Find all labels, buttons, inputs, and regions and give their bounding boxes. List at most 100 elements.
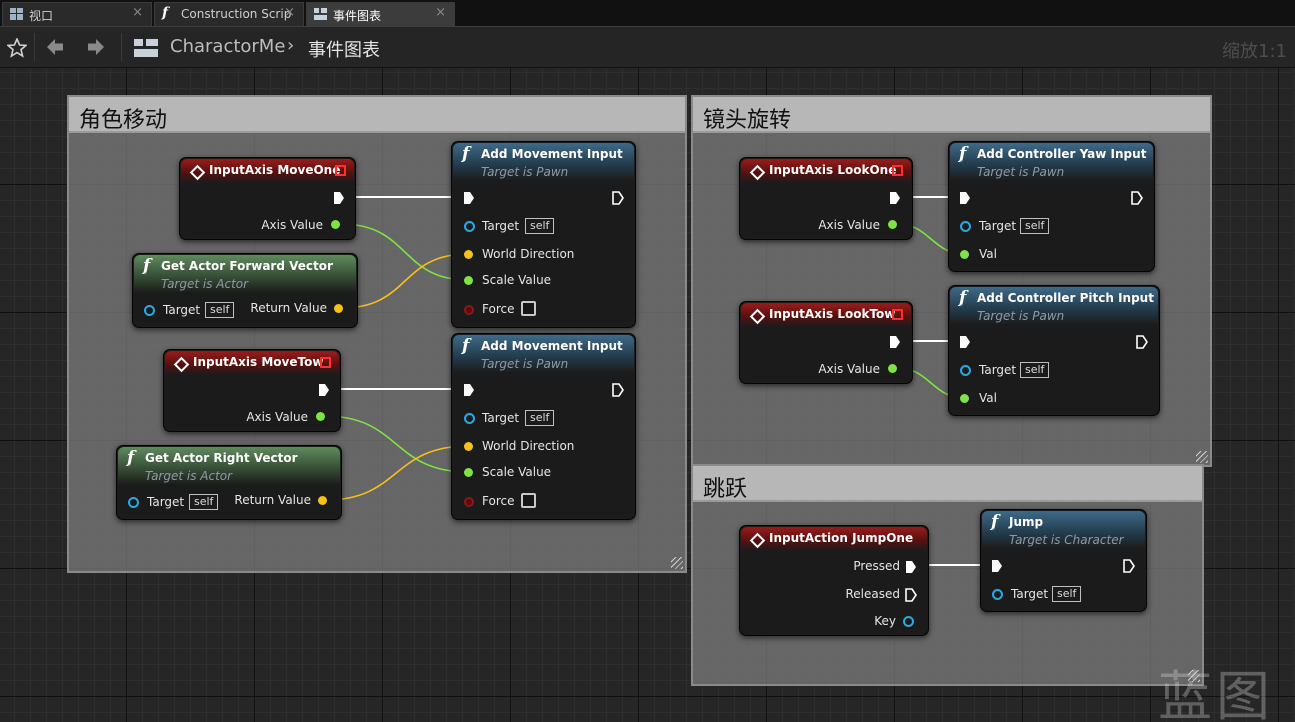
- exec-out-pin[interactable]: [1123, 559, 1135, 573]
- struct-out-pin[interactable]: [903, 616, 914, 627]
- pin-label: Axis Value: [818, 362, 880, 376]
- pin-label: Axis Value: [246, 410, 308, 424]
- self-value[interactable]: self: [525, 410, 555, 426]
- input-action-jumpone-node[interactable]: InputAction JumpOne Pressed Released Key: [739, 525, 929, 636]
- comment-title: 跳跃: [703, 477, 748, 502]
- exec-out-pin[interactable]: [905, 588, 917, 602]
- float-in-pin[interactable]: [960, 394, 969, 403]
- float-out-pin[interactable]: [888, 364, 897, 373]
- event-delegate-icon[interactable]: [320, 357, 331, 368]
- event-delegate-icon[interactable]: [335, 165, 346, 176]
- function-icon: f: [127, 448, 135, 468]
- exec-in-pin[interactable]: [959, 191, 971, 205]
- back-arrow-icon[interactable]: [45, 37, 65, 57]
- breadcrumb-separator: ›: [287, 35, 295, 56]
- add-controller-yaw-input-node[interactable]: f Add Controller Yaw Input Target is Paw…: [948, 141, 1155, 272]
- pin-label: Scale Value: [482, 273, 552, 287]
- tab-event-graph[interactable]: 事件图表 ×: [306, 2, 455, 26]
- exec-in-pin[interactable]: [991, 559, 1003, 573]
- get-actor-right-vector-node[interactable]: f Get Actor Right Vector Target is Actor…: [116, 445, 342, 520]
- input-axis-movetow-node[interactable]: InputAxis MoveTow Axis Value: [163, 349, 341, 432]
- exec-out-pin[interactable]: [905, 560, 917, 574]
- self-value[interactable]: self: [189, 494, 219, 510]
- pin-label: Axis Value: [261, 218, 323, 232]
- exec-out-pin[interactable]: [333, 191, 345, 205]
- self-value[interactable]: self: [1052, 586, 1082, 602]
- jump-node[interactable]: f Jump Target is Character Target self: [980, 509, 1147, 612]
- float-out-pin[interactable]: [888, 220, 897, 229]
- function-icon: f: [462, 336, 470, 356]
- exec-in-pin[interactable]: [959, 335, 971, 349]
- pin-label: Released: [845, 587, 900, 601]
- close-icon[interactable]: ×: [132, 5, 143, 20]
- exec-out-pin[interactable]: [889, 191, 901, 205]
- input-axis-lookone-node[interactable]: InputAxis LookOne Axis Value: [739, 157, 913, 240]
- graph-canvas[interactable]: 角色移动 镜头旋转 跳跃 InputAxis MoveOne Axis Valu…: [0, 68, 1295, 722]
- vector-out-pin[interactable]: [334, 304, 343, 313]
- tab-viewport-label: 视口: [29, 9, 54, 23]
- self-value[interactable]: self: [1020, 218, 1050, 234]
- bookmark-star-icon[interactable]: [7, 38, 27, 58]
- vector-in-pin[interactable]: [464, 442, 473, 451]
- float-in-pin[interactable]: [960, 250, 969, 259]
- node-title: InputAxis MoveTow: [193, 355, 324, 369]
- close-icon[interactable]: ×: [284, 5, 295, 20]
- object-in-pin[interactable]: [128, 497, 139, 508]
- float-in-pin[interactable]: [464, 468, 473, 477]
- float-out-pin[interactable]: [331, 220, 340, 229]
- get-actor-forward-vector-node[interactable]: f Get Actor Forward Vector Target is Act…: [132, 253, 358, 328]
- tab-construction-script[interactable]: f Construction Scrip ×: [154, 2, 304, 26]
- breadcrumb-blueprint[interactable]: CharactorMe: [170, 36, 285, 57]
- exec-out-pin[interactable]: [612, 191, 624, 205]
- node-title: InputAxis LookOne: [769, 163, 897, 177]
- node-subtitle: Target is Pawn: [977, 165, 1065, 179]
- object-in-pin[interactable]: [144, 305, 155, 316]
- self-value[interactable]: self: [525, 218, 555, 234]
- add-movement-input-node[interactable]: f Add Movement Input Target is Pawn Targ…: [451, 333, 636, 520]
- float-in-pin[interactable]: [464, 276, 473, 285]
- node-subtitle: Target is Actor: [145, 469, 233, 483]
- pin-label: Target: [979, 363, 1017, 377]
- comment-title: 角色移动: [79, 108, 168, 133]
- exec-out-pin[interactable]: [318, 383, 330, 397]
- add-movement-input-node[interactable]: f Add Movement Input Target is Pawn Targ…: [451, 141, 636, 328]
- event-delegate-icon[interactable]: [892, 165, 903, 176]
- exec-out-pin[interactable]: [1136, 335, 1148, 349]
- exec-in-pin[interactable]: [463, 191, 475, 205]
- node-title: InputAxis MoveOne: [209, 163, 341, 177]
- object-in-pin[interactable]: [960, 365, 971, 376]
- object-in-pin[interactable]: [992, 589, 1003, 600]
- exec-out-pin[interactable]: [612, 383, 624, 397]
- float-out-pin[interactable]: [316, 412, 325, 421]
- object-in-pin[interactable]: [464, 221, 475, 232]
- bool-in-pin[interactable]: [464, 497, 474, 507]
- forward-arrow-icon[interactable]: [86, 37, 106, 57]
- object-in-pin[interactable]: [464, 413, 475, 424]
- add-controller-pitch-input-node[interactable]: f Add Controller Pitch Input Target is P…: [948, 285, 1160, 416]
- resize-grip-icon[interactable]: [1196, 451, 1208, 463]
- node-subtitle: Target is Character: [1009, 533, 1124, 547]
- close-icon[interactable]: ×: [435, 5, 446, 20]
- self-value[interactable]: self: [205, 302, 235, 318]
- input-axis-moveone-node[interactable]: InputAxis MoveOne Axis Value: [179, 157, 356, 240]
- exec-in-pin[interactable]: [463, 383, 475, 397]
- bool-in-pin[interactable]: [464, 305, 474, 315]
- self-value[interactable]: self: [1020, 362, 1050, 378]
- node-subtitle: Target is Pawn: [481, 357, 569, 371]
- force-checkbox[interactable]: [521, 493, 536, 508]
- pin-label: Target: [979, 219, 1017, 233]
- event-delegate-icon[interactable]: [892, 309, 903, 320]
- vector-in-pin[interactable]: [464, 250, 473, 259]
- pin-label: Return Value: [234, 493, 311, 507]
- pin-label: Target: [482, 219, 520, 233]
- vector-out-pin[interactable]: [318, 496, 327, 505]
- force-checkbox[interactable]: [521, 301, 536, 316]
- exec-out-pin[interactable]: [1131, 191, 1143, 205]
- object-in-pin[interactable]: [960, 221, 971, 232]
- pin-label: Force: [482, 302, 515, 316]
- input-axis-looktow-node[interactable]: InputAxis LookTow Axis Value: [739, 301, 913, 384]
- node-title: Get Actor Forward Vector: [161, 259, 333, 273]
- tab-viewport[interactable]: 视口 ×: [2, 2, 152, 26]
- exec-out-pin[interactable]: [889, 335, 901, 349]
- resize-grip-icon[interactable]: [671, 557, 683, 569]
